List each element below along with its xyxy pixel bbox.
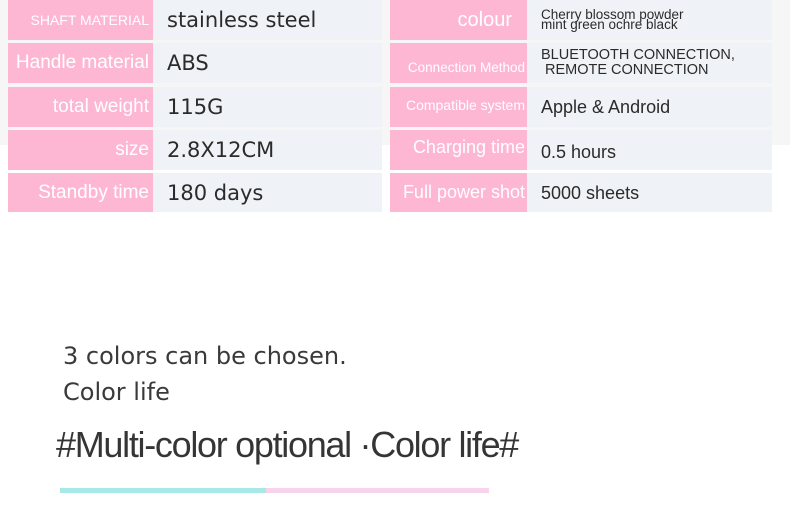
spec-row-compatible-system: Compatible system Apple & Android [390, 87, 772, 127]
spec-label: Standby time [8, 173, 153, 212]
spec-row-size: size 2.8X12CM [8, 130, 382, 170]
spec-value: 180 days [153, 173, 382, 212]
spec-label: Compatible system [390, 87, 527, 127]
spec-value: ABS [153, 43, 382, 83]
headline: #Multi-color optional ·Color life# [56, 424, 519, 465]
spec-value: Apple & Android [527, 87, 772, 127]
spec-value-line: mint green ochre black [541, 17, 678, 32]
spec-label: Handle material [8, 43, 153, 83]
spec-label: colour [390, 0, 527, 40]
accent-bar-pink-segment [266, 488, 489, 493]
tagline-line-1: 3 colors can be chosen. [63, 342, 347, 370]
spec-value: 0.5 hours [527, 130, 772, 170]
spec-row-full-power-shot: Full power shot 5000 sheets [390, 173, 772, 212]
spec-label: Connection Method [390, 43, 527, 83]
spec-row-charging-time: Charging time 0.5 hours [390, 130, 772, 170]
spec-label: total weight [8, 87, 153, 127]
accent-bar [60, 488, 489, 493]
spec-label: Full power shot [390, 173, 527, 212]
spec-value-line: BLUETOOTH CONNECTION, [541, 47, 735, 63]
spec-label: size [8, 130, 153, 170]
spec-value: 2.8X12CM [153, 130, 382, 170]
spec-value: 5000 sheets [527, 173, 772, 212]
spec-row-standby-time: Standby time 180 days [8, 173, 382, 212]
spec-label: SHAFT MATERIAL [8, 0, 153, 40]
spec-label: Charging time [390, 130, 527, 170]
spec-value: BLUETOOTH CONNECTION, REMOTE CONNECTION [527, 43, 772, 83]
spec-value-line: REMOTE CONNECTION [545, 62, 709, 78]
spec-row-connection-method: Connection Method BLUETOOTH CONNECTION, … [390, 43, 772, 83]
spec-value: 115G [153, 87, 382, 127]
tagline-line-2: Color life [63, 378, 170, 406]
spec-row-handle-material: Handle material ABS [8, 43, 382, 83]
spec-value: stainless steel [153, 0, 382, 40]
spec-row-shaft-material: SHAFT MATERIAL stainless steel [8, 0, 382, 40]
tagline: 3 colors can be chosen. Color life [63, 338, 347, 410]
spec-value: Cherry blossom powder mint green ochre b… [527, 0, 772, 40]
accent-bar-mint-segment [60, 488, 266, 493]
spec-row-total-weight: total weight 115G [8, 87, 382, 127]
spec-row-colour: colour Cherry blossom powder mint green … [390, 0, 772, 40]
